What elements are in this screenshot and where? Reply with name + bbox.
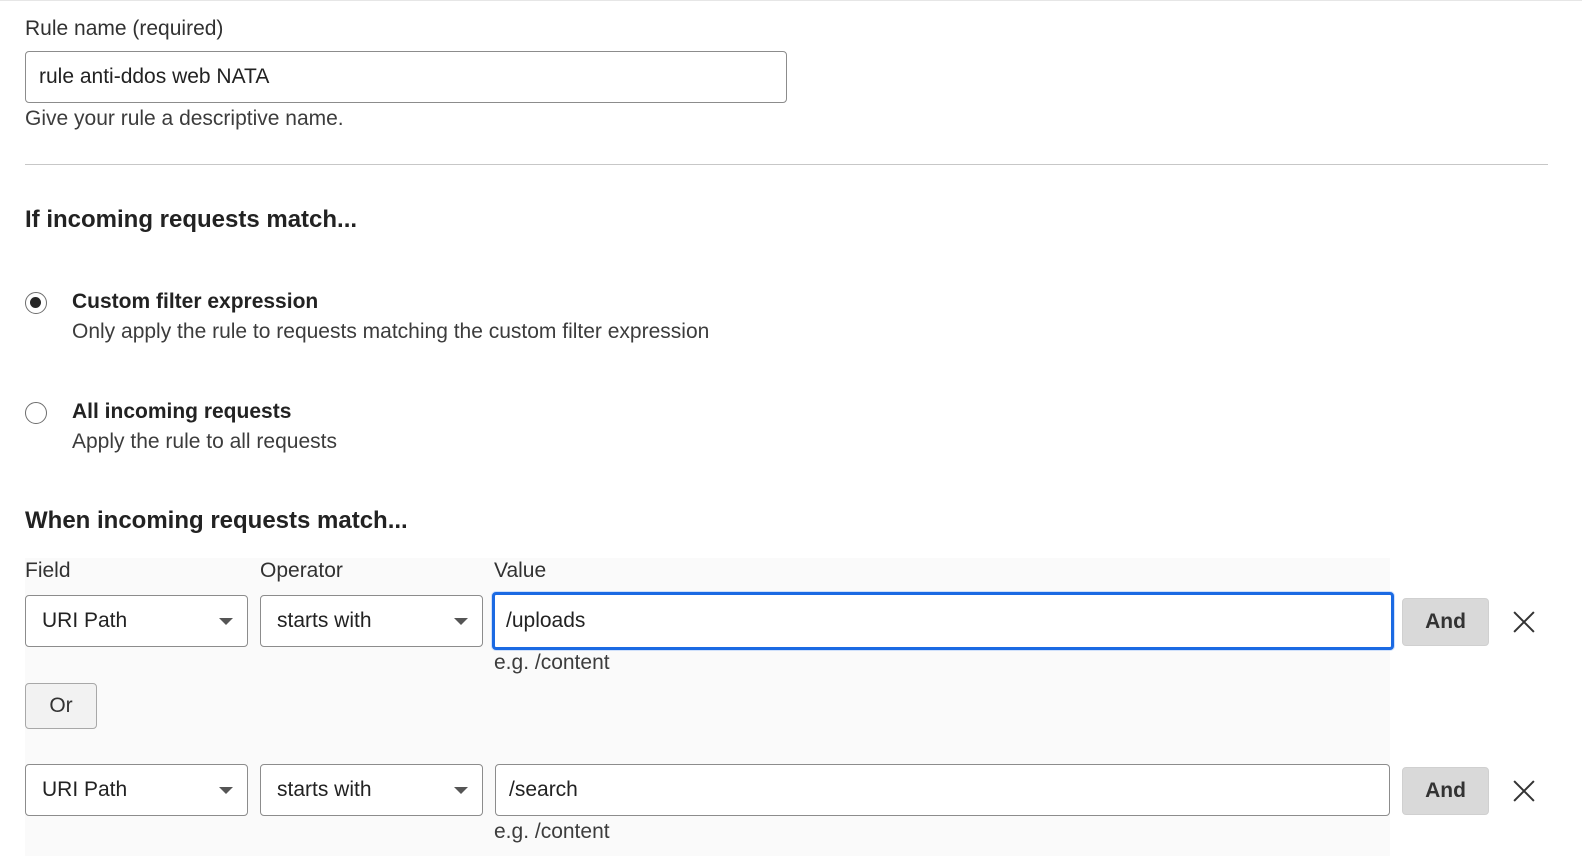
chevron-down-icon [454, 787, 468, 794]
close-icon[interactable] [1512, 610, 1536, 634]
section-divider [25, 164, 1548, 165]
close-icon[interactable] [1512, 779, 1536, 803]
operator-select[interactable]: starts with [260, 595, 483, 647]
value-example: e.g. /content [494, 651, 610, 674]
field-select-value: URI Path [42, 778, 128, 801]
builder-title: When incoming requests match... [25, 507, 408, 534]
operator-select-value: starts with [277, 609, 372, 632]
field-select[interactable]: URI Path [25, 595, 248, 647]
operator-column-label: Operator [260, 559, 343, 582]
custom-filter-radio[interactable] [25, 292, 47, 314]
all-requests-description: Apply the rule to all requests [72, 430, 337, 453]
rule-name-input[interactable] [25, 51, 787, 103]
top-border [0, 0, 1582, 1]
value-input[interactable] [495, 764, 1390, 816]
and-button[interactable]: And [1402, 598, 1489, 646]
custom-filter-description: Only apply the rule to requests matching… [72, 320, 710, 343]
field-select[interactable]: URI Path [25, 764, 248, 816]
rule-name-help: Give your rule a descriptive name. [25, 107, 344, 130]
and-button[interactable]: And [1402, 767, 1489, 815]
field-select-value: URI Path [42, 609, 128, 632]
or-button[interactable]: Or [25, 683, 97, 729]
all-requests-radio[interactable] [25, 402, 47, 424]
chevron-down-icon [454, 618, 468, 625]
value-input[interactable] [492, 592, 1394, 650]
chevron-down-icon [219, 787, 233, 794]
chevron-down-icon [219, 618, 233, 625]
operator-select[interactable]: starts with [260, 764, 483, 816]
value-column-label: Value [494, 559, 547, 582]
match-section-title: If incoming requests match... [25, 206, 358, 233]
custom-filter-title: Custom filter expression [72, 290, 319, 313]
operator-select-value: starts with [277, 778, 372, 801]
value-example: e.g. /content [494, 820, 610, 843]
all-requests-title: All incoming requests [72, 400, 292, 423]
field-column-label: Field [25, 559, 71, 582]
rule-name-label: Rule name (required) [25, 17, 224, 40]
